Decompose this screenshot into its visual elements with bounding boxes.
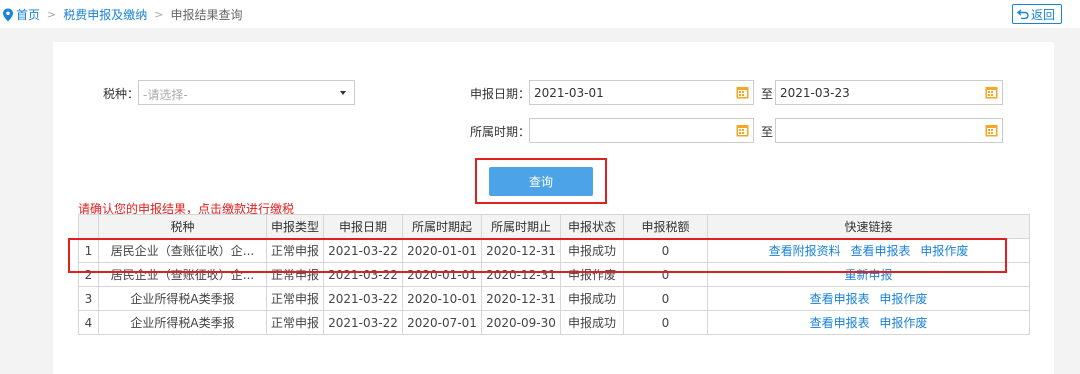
col-header-start: 所属时期起 (402, 214, 482, 239)
declare-date-from-input[interactable]: 2021-03-01 (529, 80, 754, 105)
row-amount: 0 (623, 310, 708, 335)
row-status: 申报成功 (560, 310, 624, 335)
period-label: 所属时期： (470, 125, 531, 139)
col-header-status: 申报状态 (560, 214, 624, 239)
declare-date-to-input[interactable]: 2021-03-23 (775, 80, 1003, 105)
breadcrumb-separator: > (154, 8, 164, 21)
back-button-label: 返回 (1030, 7, 1055, 22)
tax-type-select[interactable]: -请选择- (138, 80, 355, 105)
row-date: 2021-03-22 (323, 286, 403, 311)
breadcrumb-home-link[interactable]: 首页 (16, 6, 40, 23)
date-range-separator: 至 (761, 87, 774, 101)
query-button[interactable]: 查询 (489, 167, 593, 196)
row-index: 3 (78, 286, 99, 311)
period-from-input[interactable] (529, 118, 754, 143)
col-header-date: 申报日期 (323, 214, 403, 239)
view-declaration-link[interactable]: 查看申报表 (810, 316, 870, 330)
row-tax: 企业所得税A类季报 (98, 286, 267, 311)
back-button[interactable]: 返回 (1011, 4, 1062, 24)
col-header-type: 申报类型 (266, 214, 324, 239)
tax-type-label: 税种： (103, 87, 140, 101)
row-start: 2020-10-01 (402, 286, 482, 311)
void-declaration-link[interactable]: 申报作废 (879, 316, 927, 330)
calendar-icon[interactable] (736, 124, 749, 137)
row-links: 查看申报表 申报作废 (707, 286, 1030, 311)
row-links: 查看申报表 申报作废 (707, 310, 1030, 335)
breadcrumb-current: 申报结果查询 (170, 8, 243, 22)
table-row: 3 企业所得税A类季报 正常申报 2021-03-22 2020-10-01 2… (78, 286, 1030, 311)
col-header-amount: 申报税额 (623, 214, 708, 239)
back-arrow-icon (1016, 9, 1029, 19)
period-to-input[interactable] (775, 118, 1003, 143)
row-date: 2021-03-22 (323, 310, 403, 335)
tax-type-placeholder: -请选择- (143, 88, 188, 102)
row-type: 正常申报 (266, 310, 324, 335)
col-header-tax: 税种 (98, 214, 267, 239)
table-row: 4 企业所得税A类季报 正常申报 2021-03-22 2020-07-01 2… (78, 310, 1030, 335)
top-bar: 首页 > 税费申报及缴纳 > 申报结果查询 返回 (0, 0, 1080, 28)
row-highlight (68, 238, 1007, 273)
row-index: 4 (78, 310, 99, 335)
breadcrumb-section-link[interactable]: 税费申报及缴纳 (63, 6, 147, 23)
period-range-separator: 至 (761, 125, 774, 139)
row-status: 申报成功 (560, 286, 624, 311)
calendar-icon[interactable] (985, 124, 998, 137)
col-header-end: 所属时期止 (481, 214, 561, 239)
calendar-icon[interactable] (985, 86, 998, 99)
row-end: 2020-09-30 (481, 310, 561, 335)
results-table: 税种 申报类型 申报日期 所属时期起 所属时期止 申报状态 申报税额 快速链接 … (78, 214, 1030, 335)
view-declaration-link[interactable]: 查看申报表 (810, 292, 870, 306)
void-declaration-link[interactable]: 申报作废 (879, 292, 927, 306)
location-pin-icon (3, 8, 13, 21)
calendar-icon[interactable] (736, 86, 749, 99)
row-amount: 0 (623, 286, 708, 311)
breadcrumb: 首页 > 税费申报及缴纳 > 申报结果查询 (2, 6, 242, 23)
row-type: 正常申报 (266, 286, 324, 311)
breadcrumb-separator: > (47, 8, 57, 21)
col-header-index (78, 214, 99, 239)
table-header-row: 税种 申报类型 申报日期 所属时期起 所属时期止 申报状态 申报税额 快速链接 (78, 214, 1030, 239)
row-start: 2020-07-01 (402, 310, 482, 335)
declare-date-label: 申报日期： (470, 87, 531, 101)
declare-date-from-value: 2021-03-01 (534, 86, 604, 100)
col-header-links: 快速链接 (707, 214, 1030, 239)
declare-date-to-value: 2021-03-23 (780, 86, 850, 100)
chevron-down-icon (340, 91, 346, 95)
query-panel: 税种： -请选择- 申报日期： 2021-03-01 至 2021-03-23 … (53, 42, 1054, 374)
row-tax: 企业所得税A类季报 (98, 310, 267, 335)
row-end: 2020-12-31 (481, 286, 561, 311)
